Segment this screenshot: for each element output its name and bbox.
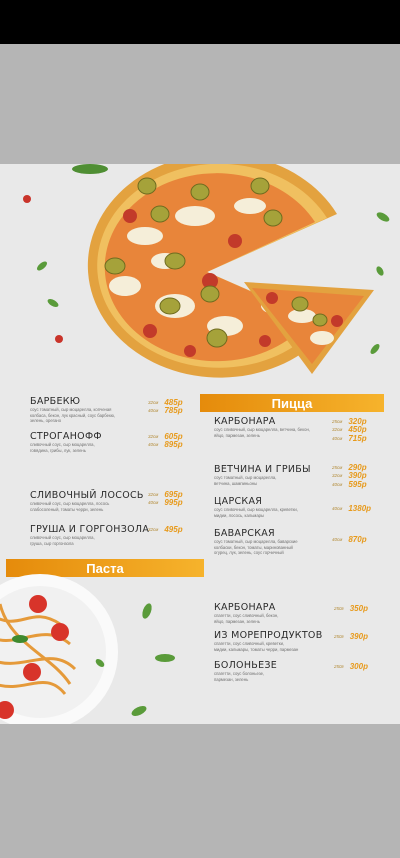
leaf-icon xyxy=(370,344,380,354)
leaf-icon xyxy=(23,195,31,203)
price-list: 32см 485р 40см 785р xyxy=(148,397,183,416)
leaf-icon xyxy=(376,266,384,276)
menu-item-carbonara-pizza: КАРБОНАРА соус сливочный, сыр моцарелла,… xyxy=(214,416,310,438)
menu-image: Пицца БАРБЕКЮ соус томатный, сыр моцарел… xyxy=(0,164,400,724)
pasta-plate-image xyxy=(0,574,118,724)
menu-item-bbq: БАРБЕКЮ соус томатный, сыр моцарелла, ко… xyxy=(30,396,116,423)
price-list: 250г 300р xyxy=(334,661,368,671)
menu-item-seafood-pasta: ИЗ МОРЕПРОДУКТОВ спагетти, соус сливочны… xyxy=(214,630,323,652)
menu-item-carbonara-pasta: КАРБОНАРА спагетти, соус сливочный, беко… xyxy=(214,602,279,624)
section-title-pizza: Пицца xyxy=(200,394,384,412)
leaf-icon xyxy=(155,654,175,662)
pizza-slice-image xyxy=(244,282,374,374)
price-list: 250г 350р xyxy=(334,603,368,613)
price-list: 250г 390р xyxy=(334,631,368,641)
leaf-icon xyxy=(376,212,390,222)
menu-item-stroganoff: СТРОГАНОФФ сливочный соус, сыр моцарелла… xyxy=(30,431,102,453)
leaf-icon xyxy=(72,164,108,174)
leaf-icon xyxy=(131,706,147,716)
menu-item-ham-mushrooms: ВЕТЧИНА И ГРИБЫ соус томатный, сыр моцар… xyxy=(214,464,311,486)
menu-item-pear-gorgonzola: ГРУША И ГОРГОНЗОЛА сливочный соус, сыр м… xyxy=(30,524,150,546)
menu-item-salmon: СЛИВОЧНЫЙ ЛОСОСЬ сливочный соус, сыр моц… xyxy=(30,490,144,512)
menu-item-bavarian: БАВАРСКАЯ соус томатный, сыр моцарелла, … xyxy=(214,528,298,555)
price-list: 32см 605р 40см 895р xyxy=(148,431,183,450)
menu-item-tsarskaya: ЦАРСКАЯ соус сливочный, сыр моцарелла, к… xyxy=(214,496,298,518)
price-list: 25см 290р 32см 390р 40см 595р xyxy=(332,462,367,489)
menu-item-bolognese: БОЛОНЬЕЗЕ спагетти, соус болоньезе, парм… xyxy=(214,660,278,682)
leaf-icon xyxy=(37,261,47,271)
image-viewer-background-bottom xyxy=(0,724,400,858)
price-list: 32см 695р 40см 995р xyxy=(148,489,183,508)
price-list: 40см 1380р xyxy=(332,503,372,513)
price-list: 40см 870р xyxy=(332,534,367,544)
price-list: 32см 495р xyxy=(148,524,183,534)
leaf-icon xyxy=(47,299,59,307)
top-black-bar xyxy=(0,0,400,44)
price-list: 25см 320р 32см 450р 40см 715р xyxy=(332,416,367,443)
tomato-icon xyxy=(55,335,63,343)
image-viewer-background xyxy=(0,44,400,164)
leaf-icon xyxy=(95,659,105,667)
leaf-icon xyxy=(142,603,152,619)
